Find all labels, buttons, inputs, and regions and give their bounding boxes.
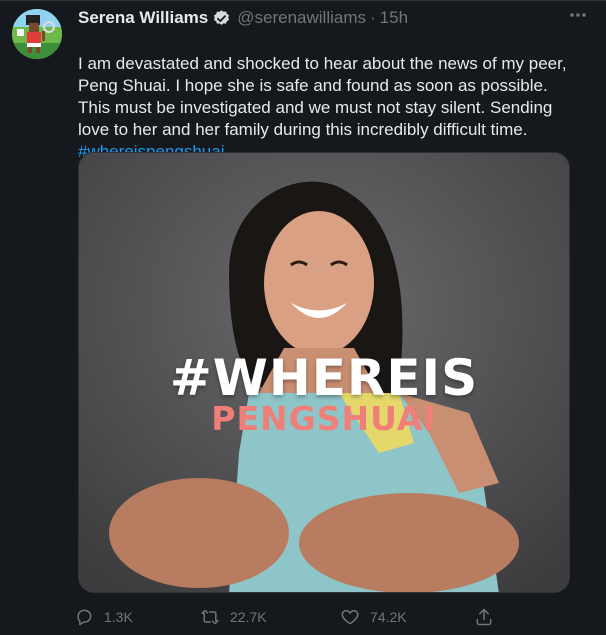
tweet[interactable]: Serena Williams @serenawilliams · 15h I …	[0, 0, 606, 635]
share-icon	[476, 608, 492, 626]
tweet-time[interactable]: 15h	[380, 8, 408, 28]
tweet-body: I am devastated and shocked to hear abou…	[78, 54, 567, 139]
retweet-button[interactable]: 22.7K	[200, 605, 267, 629]
verified-badge-icon	[212, 9, 231, 28]
reply-button[interactable]: 1.3K	[74, 605, 133, 629]
author-name[interactable]: Serena Williams	[78, 8, 208, 28]
retweet-count: 22.7K	[230, 609, 267, 625]
media-overlay-line2: PENGSHUAI	[211, 399, 437, 438]
separator-dot: ·	[370, 8, 376, 27]
reply-icon	[77, 609, 92, 626]
tweet-header: Serena Williams @serenawilliams · 15h	[78, 7, 408, 29]
reply-count: 1.3K	[104, 609, 133, 625]
like-count: 74.2K	[370, 609, 407, 625]
like-button[interactable]: 74.2K	[340, 605, 407, 629]
share-button[interactable]	[474, 605, 504, 629]
tweet-media-image[interactable]: #WHEREIS PENGSHUAI	[78, 152, 570, 593]
author-handle[interactable]: @serenawilliams	[237, 8, 366, 28]
avatar[interactable]	[12, 9, 62, 59]
more-icon[interactable]	[566, 5, 590, 25]
tweet-actions: 1.3K 22.7K 74.2K	[74, 605, 514, 629]
retweet-icon	[201, 609, 219, 625]
heart-icon	[341, 610, 359, 625]
